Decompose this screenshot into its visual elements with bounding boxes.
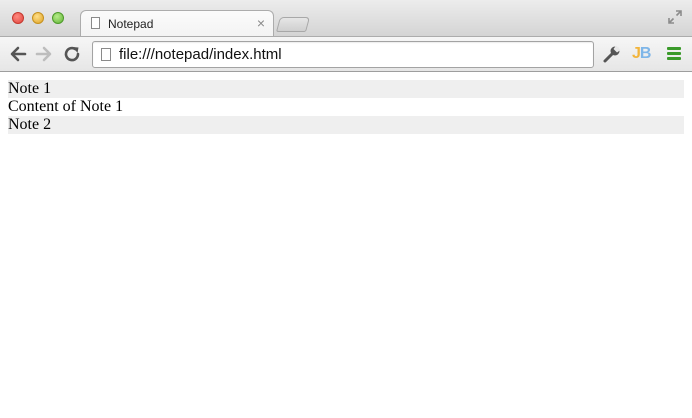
notes-list: Note 1 Content of Note 1 Note 2 (8, 80, 684, 134)
forward-arrow-icon[interactable] (34, 44, 54, 64)
address-input[interactable]: file:///notepad/index.html (119, 46, 282, 63)
window-close-button[interactable] (12, 12, 24, 24)
extension-jb-button[interactable]: JB (632, 45, 651, 63)
wrench-icon[interactable] (602, 44, 622, 64)
page-icon (101, 48, 111, 61)
window-zoom-button[interactable] (52, 12, 64, 24)
note-title[interactable]: Note 2 (8, 116, 684, 134)
page-icon (91, 17, 100, 29)
tab-title: Notepad (108, 17, 154, 31)
page-content: Note 1 Content of Note 1 Note 2 (0, 72, 692, 418)
toolbar: file:///notepad/index.html JB (0, 36, 692, 72)
window-minimize-button[interactable] (32, 12, 44, 24)
note-content: Content of Note 1 (8, 98, 684, 116)
menu-icon[interactable] (667, 47, 681, 61)
tab-close-icon[interactable]: × (257, 15, 265, 31)
note-title[interactable]: Note 1 (8, 80, 684, 98)
browser-window: Notepad × file:///notepad/index.html JB … (0, 0, 692, 418)
back-arrow-icon[interactable] (8, 44, 28, 64)
tab-strip: Notepad × (0, 0, 692, 36)
address-bar[interactable]: file:///notepad/index.html (92, 41, 594, 68)
tab-notepad[interactable]: Notepad × (80, 10, 274, 36)
fullscreen-arrows-icon[interactable] (668, 10, 682, 24)
new-tab-button[interactable] (275, 17, 311, 32)
reload-icon[interactable] (62, 44, 82, 64)
